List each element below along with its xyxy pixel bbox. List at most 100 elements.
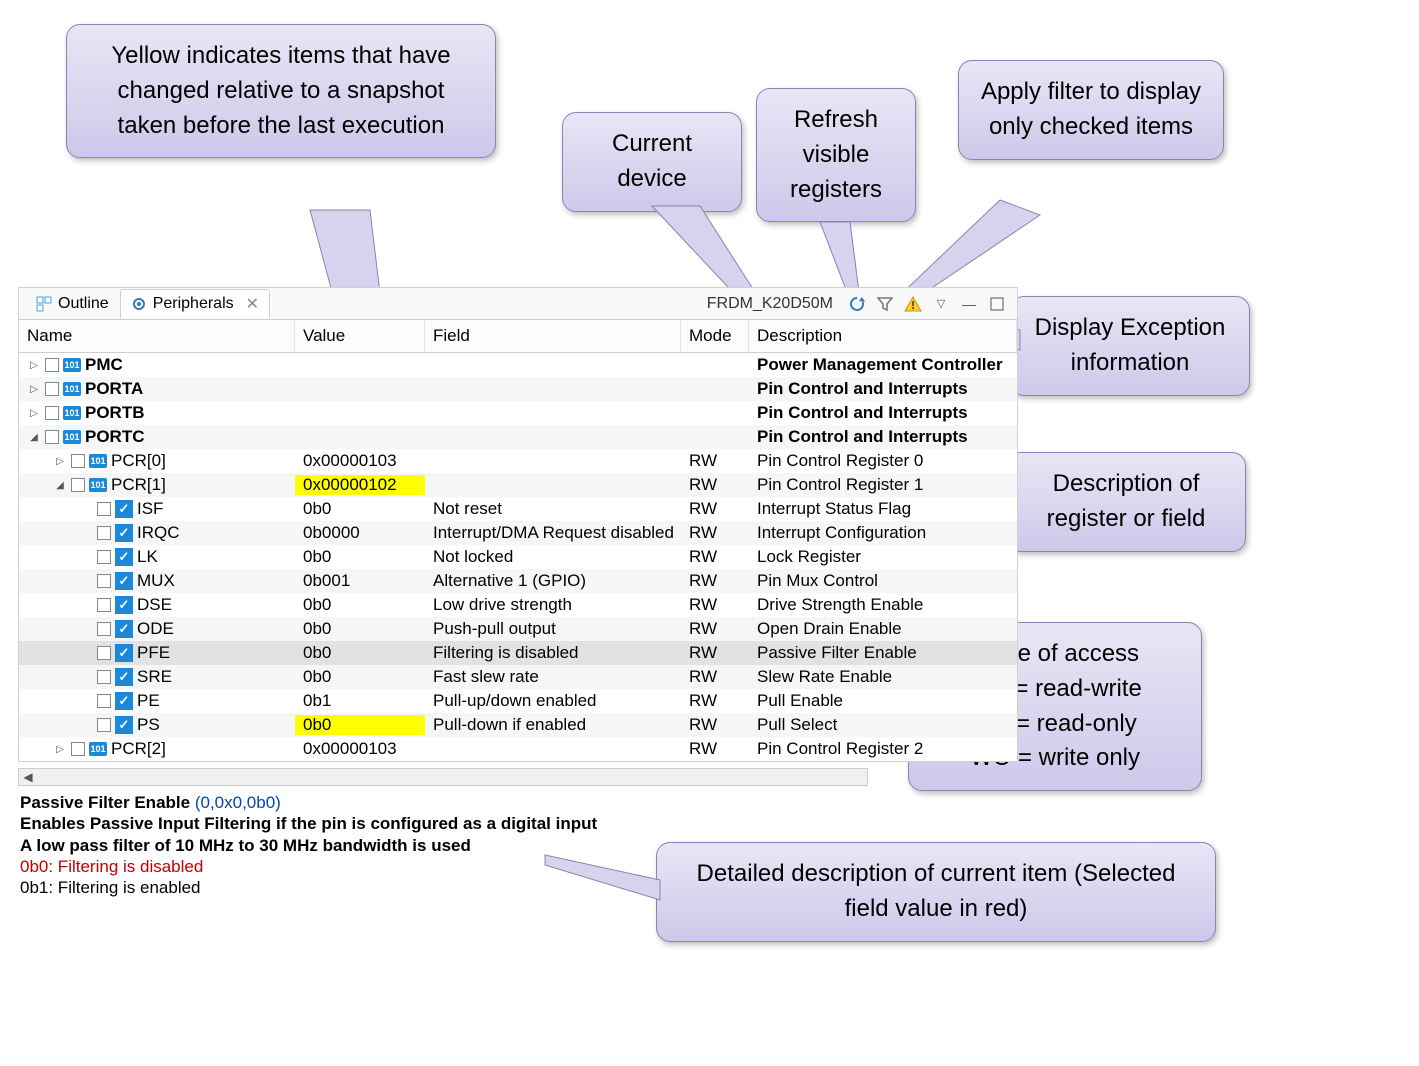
tab-peripherals[interactable]: Peripherals ✕ — [120, 289, 270, 319]
row-checkbox[interactable] — [45, 430, 59, 444]
row-checked-icon[interactable]: ✓ — [115, 644, 133, 662]
minimize-icon[interactable]: — — [958, 293, 980, 315]
tree-twistie-icon[interactable] — [79, 598, 93, 612]
row-checkbox[interactable] — [97, 646, 111, 660]
row-checkbox[interactable] — [97, 718, 111, 732]
table-row[interactable]: ✓PS0b0Pull-down if enabledRWPull Select — [19, 713, 1017, 737]
table-row[interactable]: ✓DSE0b0Low drive strengthRWDrive Strengt… — [19, 593, 1017, 617]
scroll-left-icon[interactable]: ◀ — [19, 770, 37, 784]
table-row[interactable]: ✓LK0b0Not lockedRWLock Register — [19, 545, 1017, 569]
table-row[interactable]: ✓ODE0b0Push-pull outputRWOpen Drain Enab… — [19, 617, 1017, 641]
tree-twistie-icon[interactable] — [79, 694, 93, 708]
warning-icon[interactable] — [902, 293, 924, 315]
table-row[interactable]: ✓IRQC0b0000Interrupt/DMA Request disable… — [19, 521, 1017, 545]
row-checked-icon[interactable]: ✓ — [115, 524, 133, 542]
row-value[interactable]: 0b0 — [295, 595, 425, 615]
header-name[interactable]: Name — [19, 320, 295, 352]
row-value[interactable]: 0b0 — [295, 619, 425, 639]
table-row[interactable]: ▷101PORTBPin Control and Interrupts — [19, 401, 1017, 425]
row-checkbox[interactable] — [45, 358, 59, 372]
close-icon[interactable]: ✕ — [246, 294, 259, 314]
table-row[interactable]: ▷101PCR[2]0x00000103RWPin Control Regist… — [19, 737, 1017, 761]
tree-twistie-icon[interactable] — [79, 574, 93, 588]
row-description: Slew Rate Enable — [749, 667, 1017, 687]
tree-twistie-icon[interactable] — [79, 718, 93, 732]
row-checkbox[interactable] — [45, 382, 59, 396]
row-checkbox[interactable] — [97, 526, 111, 540]
row-mode: RW — [681, 571, 749, 591]
callout-filter: Apply filter to display only checked ite… — [958, 60, 1224, 160]
row-value[interactable]: 0b0000 — [295, 523, 425, 543]
header-field[interactable]: Field — [425, 320, 681, 352]
tab-outline[interactable]: Outline — [25, 290, 120, 318]
row-checkbox[interactable] — [97, 574, 111, 588]
row-value[interactable]: 0x00000103 — [295, 739, 425, 759]
row-checked-icon[interactable]: ✓ — [115, 548, 133, 566]
row-checked-icon[interactable]: ✓ — [115, 692, 133, 710]
horizontal-scrollbar[interactable]: ◀ — [18, 768, 868, 786]
table-row[interactable]: ▷101PORTAPin Control and Interrupts — [19, 377, 1017, 401]
row-checkbox[interactable] — [97, 550, 111, 564]
header-value[interactable]: Value — [295, 320, 425, 352]
tree-twistie-icon[interactable] — [79, 502, 93, 516]
table-row[interactable]: ✓PFE0b0Filtering is disabledRWPassive Fi… — [19, 641, 1017, 665]
row-checkbox[interactable] — [97, 694, 111, 708]
tree-twistie-icon[interactable]: ▷ — [27, 406, 41, 420]
table-row[interactable]: ◢101PCR[1]0x00000102RWPin Control Regist… — [19, 473, 1017, 497]
row-value[interactable]: 0b0 — [295, 715, 425, 735]
row-value[interactable]: 0b0 — [295, 547, 425, 567]
tree-twistie-icon[interactable]: ▷ — [27, 382, 41, 396]
row-name: PORTB — [85, 403, 145, 423]
row-checkbox[interactable] — [97, 670, 111, 684]
row-checkbox[interactable] — [97, 598, 111, 612]
tree-twistie-icon[interactable] — [79, 550, 93, 564]
row-value[interactable]: 0b0 — [295, 667, 425, 687]
filter-icon[interactable] — [874, 293, 896, 315]
header-desc[interactable]: Description — [749, 320, 1017, 352]
tree-twistie-icon[interactable]: ▷ — [27, 358, 41, 372]
row-checkbox[interactable] — [97, 622, 111, 636]
row-value[interactable]: 0b001 — [295, 571, 425, 591]
row-checked-icon[interactable]: ✓ — [115, 716, 133, 734]
tree-twistie-icon[interactable]: ▷ — [53, 742, 67, 756]
row-value[interactable]: 0b0 — [295, 499, 425, 519]
tree-twistie-icon[interactable] — [79, 670, 93, 684]
row-value[interactable]: 0x00000103 — [295, 451, 425, 471]
row-checked-icon[interactable]: ✓ — [115, 668, 133, 686]
tree-twistie-icon[interactable] — [79, 646, 93, 660]
row-checkbox[interactable] — [71, 454, 85, 468]
tree-twistie-icon[interactable]: ◢ — [27, 430, 41, 444]
row-name: DSE — [137, 595, 172, 615]
tree-twistie-icon[interactable] — [79, 526, 93, 540]
refresh-icon[interactable] — [846, 293, 868, 315]
row-value[interactable]: 0b0 — [295, 643, 425, 663]
row-checked-icon[interactable]: ✓ — [115, 596, 133, 614]
register-icon: 101 — [63, 406, 81, 420]
tree-twistie-icon[interactable]: ▷ — [53, 454, 67, 468]
row-checkbox[interactable] — [71, 742, 85, 756]
table-row[interactable]: ▷101PMCPower Management Controller — [19, 353, 1017, 377]
row-description: Open Drain Enable — [749, 619, 1017, 639]
row-checkbox[interactable] — [71, 478, 85, 492]
table-row[interactable]: ✓PE0b1Pull-up/down enabledRWPull Enable — [19, 689, 1017, 713]
register-icon: 101 — [89, 478, 107, 492]
table-row[interactable]: ✓SRE0b0Fast slew rateRWSlew Rate Enable — [19, 665, 1017, 689]
row-checkbox[interactable] — [97, 502, 111, 516]
header-mode[interactable]: Mode — [681, 320, 749, 352]
row-checked-icon[interactable]: ✓ — [115, 500, 133, 518]
tree-rows: ▷101PMCPower Management Controller▷101PO… — [19, 353, 1017, 761]
row-checked-icon[interactable]: ✓ — [115, 620, 133, 638]
row-checkbox[interactable] — [45, 406, 59, 420]
row-value[interactable]: 0b1 — [295, 691, 425, 711]
table-row[interactable]: ✓MUX0b001Alternative 1 (GPIO)RWPin Mux C… — [19, 569, 1017, 593]
tree-twistie-icon[interactable]: ◢ — [53, 478, 67, 492]
tree-twistie-icon[interactable] — [79, 622, 93, 636]
row-checked-icon[interactable]: ✓ — [115, 572, 133, 590]
row-value[interactable]: 0x00000102 — [295, 475, 425, 495]
view-menu-icon[interactable]: ▽ — [930, 293, 952, 315]
table-row[interactable]: ◢101PORTCPin Control and Interrupts — [19, 425, 1017, 449]
maximize-icon[interactable] — [986, 293, 1008, 315]
table-row[interactable]: ✓ISF0b0Not resetRWInterrupt Status Flag — [19, 497, 1017, 521]
table-row[interactable]: ▷101PCR[0]0x00000103RWPin Control Regist… — [19, 449, 1017, 473]
row-name: PORTA — [85, 379, 143, 399]
